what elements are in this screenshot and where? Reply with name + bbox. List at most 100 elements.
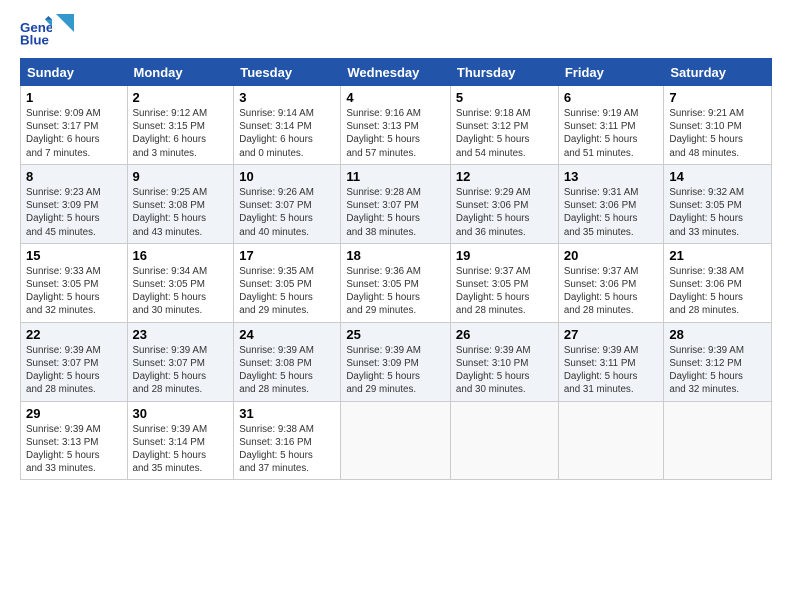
day-info: Sunrise: 9:39 AM Sunset: 3:07 PM Dayligh… (133, 344, 229, 397)
day-number: 10 (239, 169, 335, 184)
day-cell: 26Sunrise: 9:39 AM Sunset: 3:10 PM Dayli… (450, 322, 558, 401)
day-cell: 19 Sunrise: 9:37 AM Sunset: 3:05 PM Dayli… (450, 243, 558, 322)
day-cell: 12 Sunrise: 9:29 AM Sunset: 3:06 PM Dayli… (450, 164, 558, 243)
day-cell: 10 Sunrise: 9:26 AM Sunset: 3:07 PM Dayli… (234, 164, 341, 243)
day-number: 1 (26, 90, 122, 105)
day-cell: 14 Sunrise: 9:32 AM Sunset: 3:05 PM Dayli… (664, 164, 772, 243)
day-info: Sunrise: 9:32 AM Sunset: 3:05 PM Dayligh… (669, 186, 766, 239)
day-number: 3 (239, 90, 335, 105)
day-info: Sunrise: 9:34 AM Sunset: 3:05 PM Dayligh… (133, 265, 229, 318)
col-header-thursday: Thursday (450, 59, 558, 86)
day-info: Sunrise: 9:38 AM Sunset: 3:06 PM Dayligh… (669, 265, 766, 318)
day-info: Sunrise: 9:12 AM Sunset: 3:15 PM Dayligh… (133, 107, 229, 160)
day-cell: 21 Sunrise: 9:38 AM Sunset: 3:06 PM Dayli… (664, 243, 772, 322)
day-cell (558, 401, 664, 480)
day-number: 15 (26, 248, 122, 263)
day-cell: 23 Sunrise: 9:39 AM Sunset: 3:07 PM Dayli… (127, 322, 234, 401)
day-cell (664, 401, 772, 480)
logo-triangle-icon (56, 14, 74, 32)
day-number: 16 (133, 248, 229, 263)
day-info: Sunrise: 9:16 AM Sunset: 3:13 PM Dayligh… (346, 107, 445, 160)
day-info: Sunrise: 9:39 AM Sunset: 3:12 PM Dayligh… (669, 344, 766, 397)
day-number: 19 (456, 248, 553, 263)
day-info: Sunrise: 9:39 AM Sunset: 3:08 PM Dayligh… (239, 344, 335, 397)
day-number: 13 (564, 169, 659, 184)
day-info: Sunrise: 9:38 AM Sunset: 3:16 PM Dayligh… (239, 423, 335, 476)
day-number: 14 (669, 169, 766, 184)
col-header-wednesday: Wednesday (341, 59, 451, 86)
col-header-saturday: Saturday (664, 59, 772, 86)
day-info: Sunrise: 9:33 AM Sunset: 3:05 PM Dayligh… (26, 265, 122, 318)
day-info: Sunrise: 9:39 AM Sunset: 3:09 PM Dayligh… (346, 344, 445, 397)
day-number: 8 (26, 169, 122, 184)
day-info: Sunrise: 9:14 AM Sunset: 3:14 PM Dayligh… (239, 107, 335, 160)
col-header-tuesday: Tuesday (234, 59, 341, 86)
day-cell: 24 Sunrise: 9:39 AM Sunset: 3:08 PM Dayli… (234, 322, 341, 401)
day-number: 17 (239, 248, 335, 263)
day-info: Sunrise: 9:36 AM Sunset: 3:05 PM Dayligh… (346, 265, 445, 318)
day-cell: 1Sunrise: 9:09 AM Sunset: 3:17 PM Daylig… (21, 86, 128, 165)
day-number: 29 (26, 406, 122, 421)
day-info: Sunrise: 9:21 AM Sunset: 3:10 PM Dayligh… (669, 107, 766, 160)
day-info: Sunrise: 9:39 AM Sunset: 3:11 PM Dayligh… (564, 344, 659, 397)
day-number: 25 (346, 327, 445, 342)
day-cell: 13 Sunrise: 9:31 AM Sunset: 3:06 PM Dayli… (558, 164, 664, 243)
week-row-5: 29 Sunrise: 9:39 AM Sunset: 3:13 PM Dayli… (21, 401, 772, 480)
day-info: Sunrise: 9:37 AM Sunset: 3:06 PM Dayligh… (564, 265, 659, 318)
day-number: 28 (669, 327, 766, 342)
day-cell: 18Sunrise: 9:36 AM Sunset: 3:05 PM Dayli… (341, 243, 451, 322)
day-info: Sunrise: 9:39 AM Sunset: 3:07 PM Dayligh… (26, 344, 122, 397)
logo: General Blue (20, 16, 74, 48)
day-number: 23 (133, 327, 229, 342)
day-cell: 7 Sunrise: 9:21 AM Sunset: 3:10 PM Daylig… (664, 86, 772, 165)
day-number: 30 (133, 406, 229, 421)
day-number: 21 (669, 248, 766, 263)
day-cell: 25 Sunrise: 9:39 AM Sunset: 3:09 PM Dayli… (341, 322, 451, 401)
col-header-monday: Monday (127, 59, 234, 86)
day-info: Sunrise: 9:26 AM Sunset: 3:07 PM Dayligh… (239, 186, 335, 239)
day-cell: 20Sunrise: 9:37 AM Sunset: 3:06 PM Dayli… (558, 243, 664, 322)
day-number: 5 (456, 90, 553, 105)
day-cell: 27 Sunrise: 9:39 AM Sunset: 3:11 PM Dayli… (558, 322, 664, 401)
day-info: Sunrise: 9:29 AM Sunset: 3:06 PM Dayligh… (456, 186, 553, 239)
day-number: 11 (346, 169, 445, 184)
day-number: 12 (456, 169, 553, 184)
day-number: 2 (133, 90, 229, 105)
day-cell: 28 Sunrise: 9:39 AM Sunset: 3:12 PM Dayli… (664, 322, 772, 401)
day-number: 9 (133, 169, 229, 184)
day-info: Sunrise: 9:23 AM Sunset: 3:09 PM Dayligh… (26, 186, 122, 239)
day-cell: 9 Sunrise: 9:25 AM Sunset: 3:08 PM Daylig… (127, 164, 234, 243)
day-info: Sunrise: 9:39 AM Sunset: 3:13 PM Dayligh… (26, 423, 122, 476)
day-cell: 16 Sunrise: 9:34 AM Sunset: 3:05 PM Dayli… (127, 243, 234, 322)
day-info: Sunrise: 9:18 AM Sunset: 3:12 PM Dayligh… (456, 107, 553, 160)
day-info: Sunrise: 9:37 AM Sunset: 3:05 PM Dayligh… (456, 265, 553, 318)
day-cell: 15 Sunrise: 9:33 AM Sunset: 3:05 PM Dayli… (21, 243, 128, 322)
day-number: 24 (239, 327, 335, 342)
day-cell: 2 Sunrise: 9:12 AM Sunset: 3:15 PM Daylig… (127, 86, 234, 165)
week-row-4: 22 Sunrise: 9:39 AM Sunset: 3:07 PM Dayli… (21, 322, 772, 401)
logo-icon: General Blue (20, 16, 52, 48)
day-number: 22 (26, 327, 122, 342)
day-info: Sunrise: 9:19 AM Sunset: 3:11 PM Dayligh… (564, 107, 659, 160)
day-cell: 3 Sunrise: 9:14 AM Sunset: 3:14 PM Daylig… (234, 86, 341, 165)
day-info: Sunrise: 9:35 AM Sunset: 3:05 PM Dayligh… (239, 265, 335, 318)
day-cell (450, 401, 558, 480)
day-number: 7 (669, 90, 766, 105)
page-container: General Blue SundayMondayTuesdayWednesda… (0, 0, 792, 490)
day-cell: 8 Sunrise: 9:23 AM Sunset: 3:09 PM Daylig… (21, 164, 128, 243)
calendar-table: SundayMondayTuesdayWednesdayThursdayFrid… (20, 58, 772, 480)
day-cell: 6Sunrise: 9:19 AM Sunset: 3:11 PM Daylig… (558, 86, 664, 165)
svg-text:Blue: Blue (20, 32, 49, 47)
day-cell: 22 Sunrise: 9:39 AM Sunset: 3:07 PM Dayli… (21, 322, 128, 401)
day-info: Sunrise: 9:28 AM Sunset: 3:07 PM Dayligh… (346, 186, 445, 239)
day-cell: 30 Sunrise: 9:39 AM Sunset: 3:14 PM Dayli… (127, 401, 234, 480)
day-number: 27 (564, 327, 659, 342)
col-header-friday: Friday (558, 59, 664, 86)
day-info: Sunrise: 9:31 AM Sunset: 3:06 PM Dayligh… (564, 186, 659, 239)
day-number: 4 (346, 90, 445, 105)
day-info: Sunrise: 9:39 AM Sunset: 3:14 PM Dayligh… (133, 423, 229, 476)
day-cell: 29 Sunrise: 9:39 AM Sunset: 3:13 PM Dayli… (21, 401, 128, 480)
day-cell (341, 401, 451, 480)
day-cell: 11 Sunrise: 9:28 AM Sunset: 3:07 PM Dayli… (341, 164, 451, 243)
day-info: Sunrise: 9:25 AM Sunset: 3:08 PM Dayligh… (133, 186, 229, 239)
